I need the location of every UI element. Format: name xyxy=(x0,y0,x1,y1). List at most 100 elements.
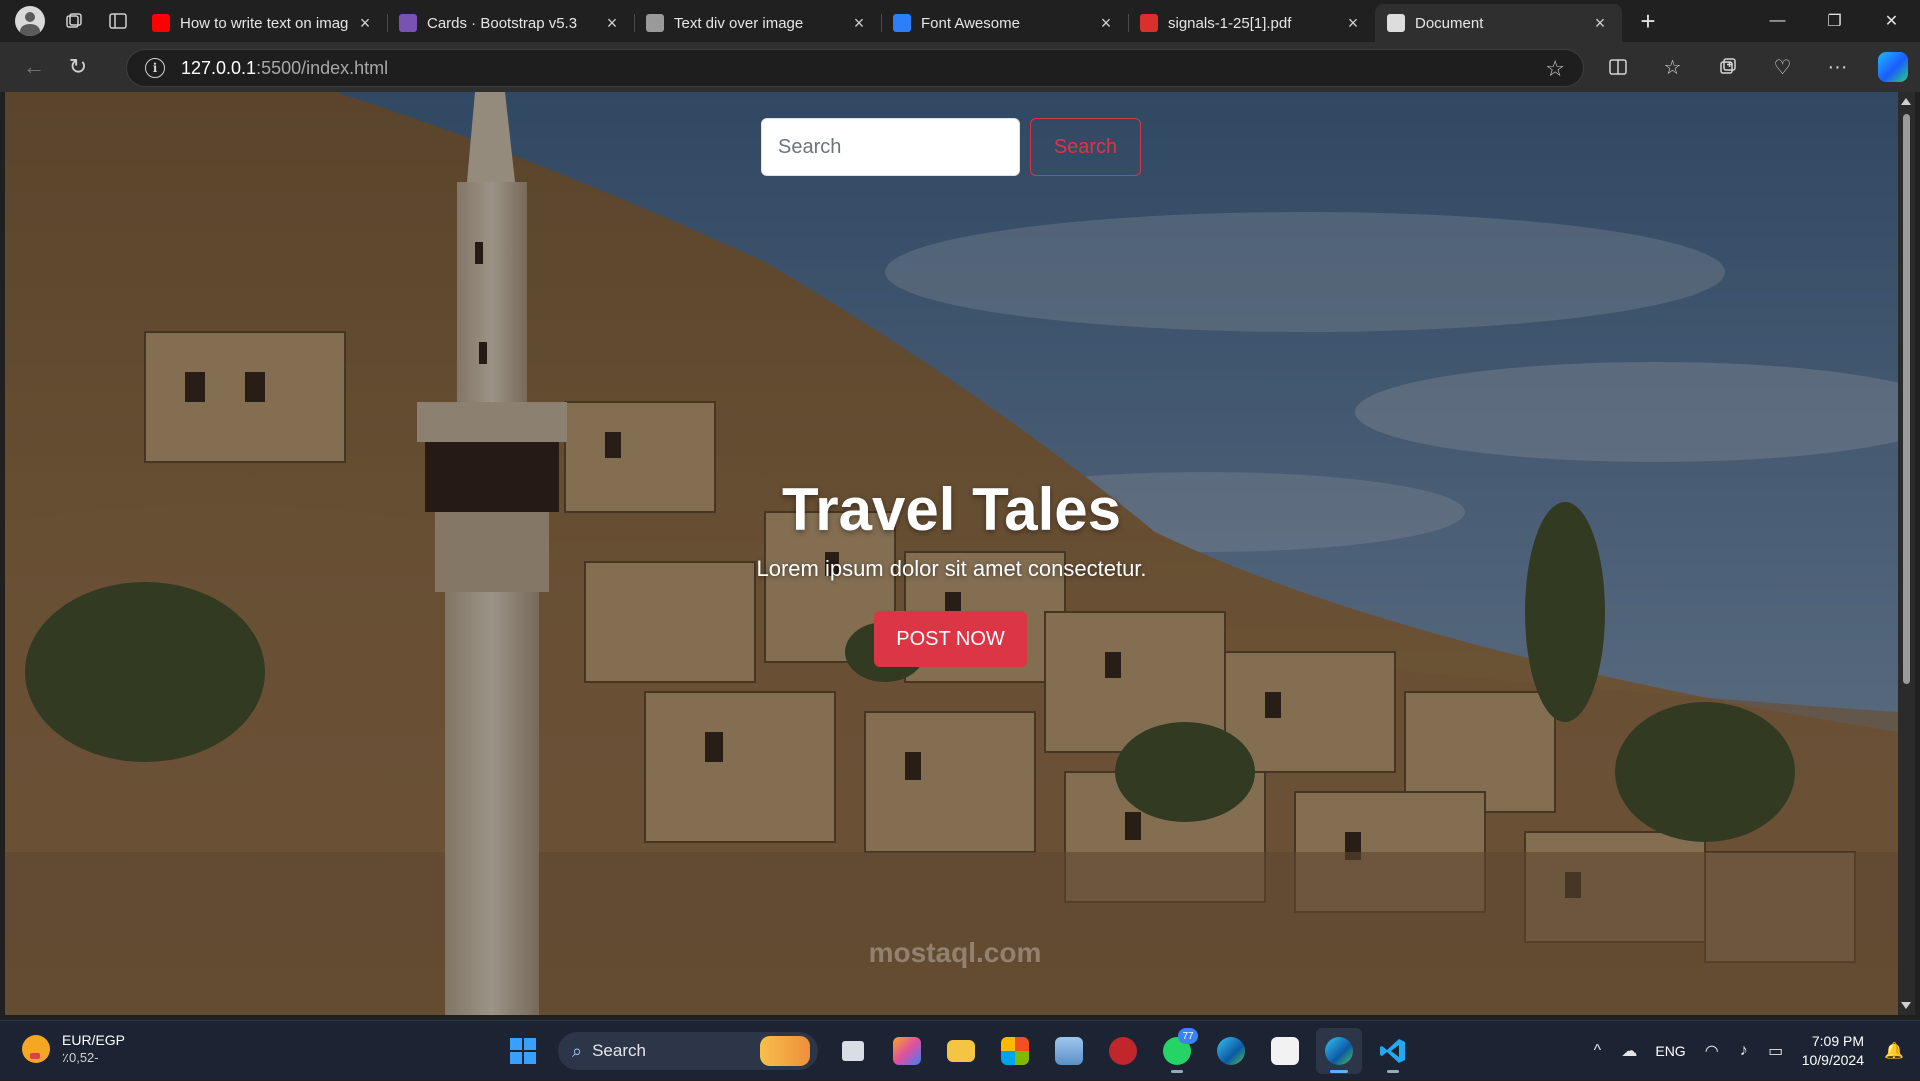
browser-toolbar: ← ↻ i 127.0.0.1:5500/index.html ☆ ☆ ♡ ··… xyxy=(0,42,1920,92)
currency-change: ٪0,52- xyxy=(62,1050,99,1065)
tab-close-icon[interactable]: × xyxy=(1343,13,1363,34)
tab-close-icon[interactable]: × xyxy=(602,13,622,34)
restore-button[interactable]: ❐ xyxy=(1806,0,1863,42)
clock[interactable]: 7:09 PM 10/9/2024 xyxy=(1802,1032,1864,1070)
tab-close-icon[interactable]: × xyxy=(355,13,375,34)
show-hidden-icons-button[interactable]: ^ xyxy=(1581,1042,1613,1060)
copilot-button[interactable] xyxy=(1865,49,1920,85)
taskbar-search[interactable]: ⌕ Search xyxy=(558,1032,818,1070)
back-arrow-icon: ← xyxy=(23,54,45,79)
refresh-button[interactable]: ↻ xyxy=(56,49,100,85)
split-screen-button[interactable] xyxy=(1590,49,1645,85)
vscode-button[interactable] xyxy=(1370,1028,1416,1074)
refresh-icon: ↻ xyxy=(68,54,88,79)
start-button[interactable] xyxy=(500,1028,546,1074)
url-text: 127.0.0.1:5500/index.html xyxy=(181,57,389,78)
edge-profile-icon xyxy=(1325,1037,1353,1065)
tab-3[interactable]: Font Awesome × xyxy=(881,4,1128,42)
tab-title: Document xyxy=(1415,14,1484,32)
microsoft-store-button[interactable] xyxy=(992,1028,1038,1074)
search-input[interactable] xyxy=(761,118,1020,176)
watermark: mostaql.com xyxy=(868,937,1042,968)
clock-date: 10/9/2024 xyxy=(1801,1052,1864,1068)
more-menu-button[interactable]: ··· xyxy=(1810,49,1865,85)
bootstrap-icon xyxy=(399,14,417,32)
browser-essentials-button[interactable]: ♡ xyxy=(1755,49,1810,85)
tab-close-icon[interactable]: × xyxy=(849,13,869,34)
profile-button[interactable] xyxy=(8,3,52,39)
tab-0[interactable]: How to write text on imag × xyxy=(140,4,387,42)
collections-icon xyxy=(1719,58,1736,74)
tab-5[interactable]: Document × xyxy=(1375,4,1622,42)
widgets-button[interactable]: EUR/EGP ٪0,52- xyxy=(22,1031,125,1067)
currency-pair: EUR/EGP xyxy=(62,1032,126,1048)
file-explorer-button[interactable] xyxy=(938,1028,984,1074)
scroll-down-icon[interactable] xyxy=(1901,1002,1911,1009)
tab-close-icon[interactable]: × xyxy=(1590,13,1610,34)
photos-icon xyxy=(1055,1037,1083,1065)
running-indicator xyxy=(1387,1070,1399,1073)
ink-icon xyxy=(1271,1037,1299,1065)
task-view-icon xyxy=(842,1041,864,1061)
chatgpt-icon xyxy=(646,14,664,32)
tab-title: Font Awesome xyxy=(921,14,1020,32)
post-now-button[interactable]: POST NOW xyxy=(874,611,1027,667)
dark-overlay xyxy=(5,92,1898,1015)
tab-close-icon[interactable]: × xyxy=(1096,13,1116,34)
task-view-button[interactable] xyxy=(830,1028,876,1074)
new-tab-button[interactable]: + xyxy=(1626,3,1670,39)
copilot-icon xyxy=(1877,52,1908,82)
taskbar: EUR/EGP ٪0,52- ⌕ Search 77 ^ ☁ ENG ◠ ♪ ▭… xyxy=(0,1020,1920,1080)
notifications-icon[interactable]: 🔔 xyxy=(1878,1041,1910,1061)
tab-1[interactable]: Cards · Bootstrap v5.3 × xyxy=(387,4,634,42)
address-bar[interactable]: i 127.0.0.1:5500/index.html ☆ xyxy=(126,49,1584,87)
document-icon xyxy=(1387,14,1405,32)
search-form: Search xyxy=(761,118,1141,176)
back-button[interactable]: ← xyxy=(12,49,56,85)
search-button[interactable]: Search xyxy=(1030,118,1141,176)
vertical-tabs-button[interactable] xyxy=(96,3,140,39)
collections-button[interactable] xyxy=(1700,49,1755,85)
currency-widget-icon xyxy=(22,1035,50,1063)
windows-logo-icon xyxy=(510,1038,536,1064)
scrollbar-thumb[interactable] xyxy=(1903,114,1910,684)
page-viewport: Search Travel Tales Lorem ipsum dolor si… xyxy=(5,92,1898,1015)
browser-tab-strip: How to write text on imag × Cards · Bootst… xyxy=(0,0,1920,42)
tab-title: How to write text on imag xyxy=(180,14,349,32)
workspaces-button[interactable] xyxy=(52,3,96,39)
red-gear-icon xyxy=(1109,1037,1137,1065)
inkscape-button[interactable] xyxy=(1262,1028,1308,1074)
store-icon xyxy=(1001,1037,1029,1065)
tab-4[interactable]: signals-1-25[1].pdf × xyxy=(1128,4,1375,42)
photos-button[interactable] xyxy=(1046,1028,1092,1074)
clock-time: 7:09 PM xyxy=(1811,1033,1864,1049)
copilot-taskbar-button[interactable] xyxy=(884,1028,930,1074)
minimize-button[interactable]: — xyxy=(1749,0,1806,42)
ellipsis-icon: ··· xyxy=(1827,55,1848,78)
folder-icon xyxy=(947,1040,975,1062)
edge-button[interactable] xyxy=(1208,1028,1254,1074)
battery-icon[interactable]: ▭ xyxy=(1760,1041,1792,1061)
wifi-icon[interactable]: ◠ xyxy=(1696,1041,1728,1061)
running-indicator xyxy=(1330,1070,1348,1073)
scroll-up-icon[interactable] xyxy=(1901,98,1911,105)
onedrive-icon[interactable]: ☁ xyxy=(1613,1041,1645,1061)
favorites-button[interactable]: ☆ xyxy=(1645,49,1700,85)
plus-icon: + xyxy=(1640,5,1656,36)
page-scrollbar[interactable] xyxy=(1898,92,1915,1015)
tab-2[interactable]: Text div over image × xyxy=(634,4,881,42)
volume-icon[interactable]: ♪ xyxy=(1728,1042,1760,1060)
profile-icon xyxy=(15,6,45,36)
favorite-star-icon[interactable]: ☆ xyxy=(1545,56,1565,82)
tab-title: Cards · Bootstrap v5.3 xyxy=(427,14,578,32)
edge-icon xyxy=(1217,1037,1245,1065)
close-window-button[interactable]: ✕ xyxy=(1863,0,1920,42)
vertical-tabs-icon xyxy=(109,13,127,29)
site-info-icon[interactable]: i xyxy=(145,58,165,78)
input-language[interactable]: ENG xyxy=(1655,1043,1685,1059)
whatsapp-button[interactable]: 77 xyxy=(1154,1028,1200,1074)
edge-active-button[interactable] xyxy=(1316,1028,1362,1074)
hero-title: Travel Tales xyxy=(781,476,1122,543)
youtube-icon xyxy=(152,14,170,32)
app-red-button[interactable] xyxy=(1100,1028,1146,1074)
